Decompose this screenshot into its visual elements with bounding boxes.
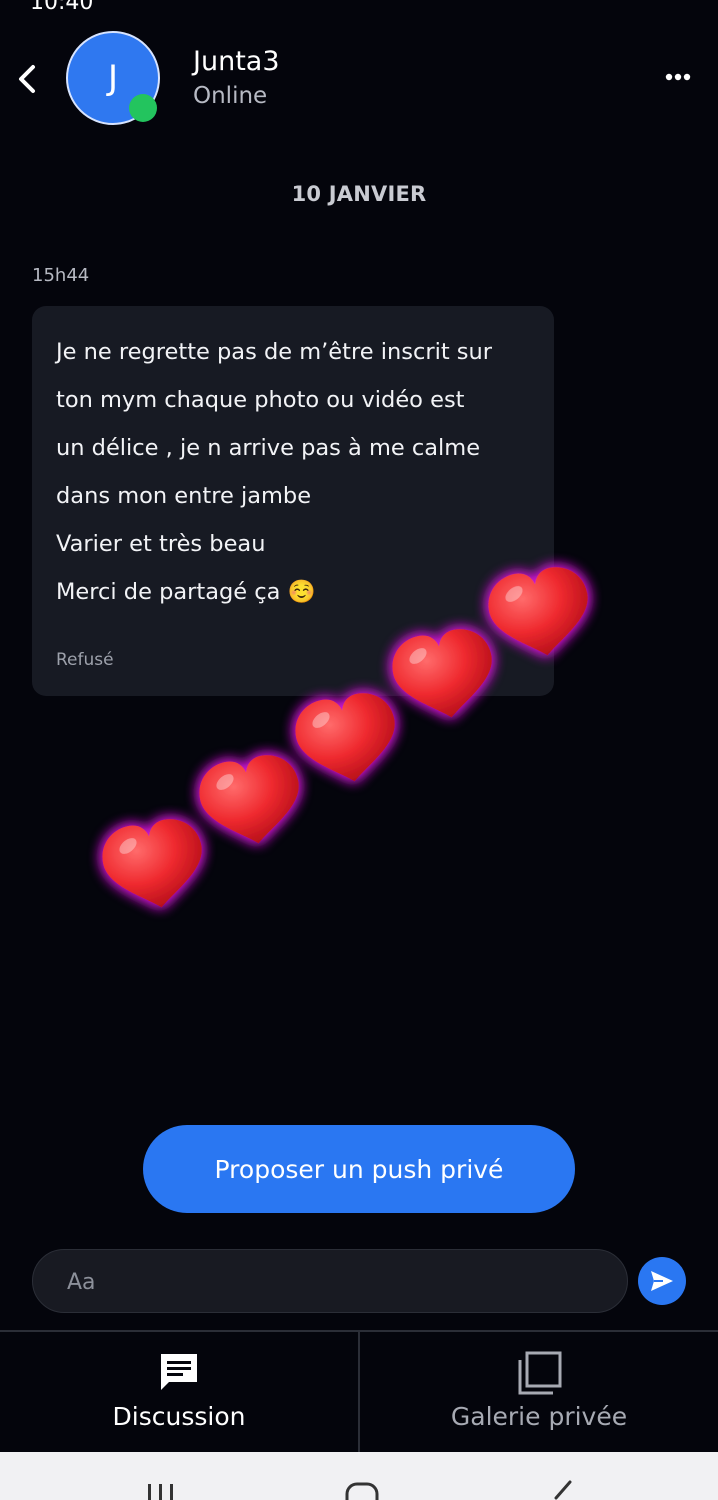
status-time: 10:40	[30, 0, 94, 15]
heart-icon	[290, 688, 404, 791]
tab-galerie-label: Galerie privée	[450, 1402, 628, 1431]
tab-discussion[interactable]: Discussion	[0, 1332, 358, 1452]
heart-icon	[97, 814, 211, 917]
send-icon	[651, 1271, 673, 1291]
date-separator: 10 JANVIER	[291, 182, 427, 206]
propose-push-button[interactable]: Proposer un push privé	[143, 1125, 575, 1213]
message-input[interactable]	[65, 1250, 609, 1314]
status-bar: 10:40	[0, 0, 718, 15]
recent-apps-icon[interactable]	[145, 1478, 177, 1500]
tab-galerie-privee[interactable]: Galerie privée	[360, 1332, 718, 1452]
contact-name[interactable]: Junta3	[193, 46, 280, 77]
gallery-icon	[518, 1351, 562, 1395]
chevron-left-icon	[19, 65, 35, 93]
avatar-letter: J	[107, 58, 119, 98]
contact-status: Online	[193, 83, 268, 109]
message-status: Refusé	[56, 650, 114, 670]
back-button[interactable]	[10, 60, 44, 98]
more-options-button[interactable]	[660, 62, 696, 92]
system-back-icon[interactable]	[548, 1478, 574, 1500]
system-nav-bar	[0, 1452, 718, 1500]
more-horizontal-icon	[665, 73, 691, 81]
send-button[interactable]	[638, 1257, 686, 1305]
heart-icon	[194, 750, 308, 853]
message-composer	[32, 1249, 628, 1314]
chat-icon	[161, 1354, 197, 1390]
tab-discussion-label: Discussion	[112, 1402, 246, 1431]
message-text: Je ne regrette pas de m’être inscrit sur…	[56, 339, 493, 605]
home-icon[interactable]	[345, 1478, 379, 1500]
message-time: 15h44	[32, 265, 90, 286]
message-bubble[interactable]: Je ne regrette pas de m’être inscrit sur…	[32, 306, 554, 696]
online-indicator	[129, 94, 157, 122]
bottom-nav: Discussion Galerie privée	[0, 1330, 718, 1454]
